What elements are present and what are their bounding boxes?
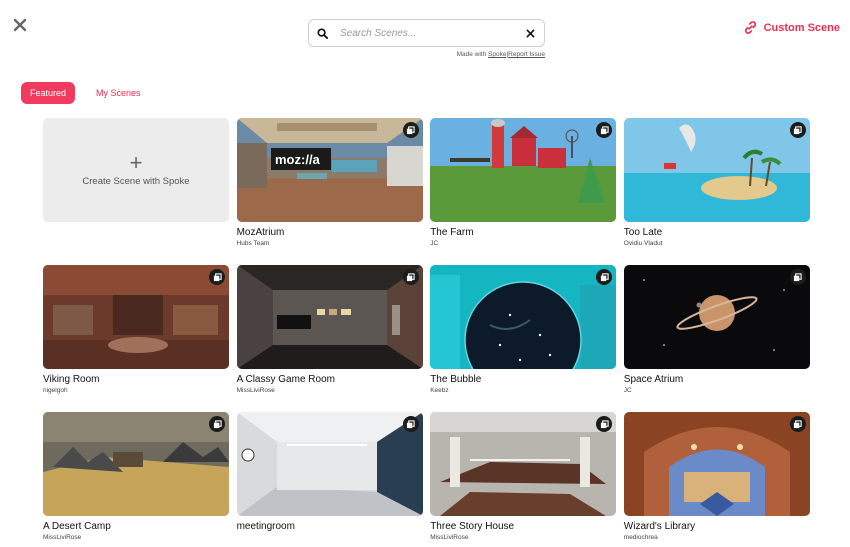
scene-image: [43, 412, 229, 516]
scene-title[interactable]: A Classy Game Room: [237, 374, 423, 385]
scene-image: [430, 265, 617, 369]
scene-author: nigelgoh: [43, 387, 68, 394]
scene-author: MissLiviRose: [430, 534, 469, 541]
scene-card[interactable]: A Classy Game Room MissLiviRose: [236, 265, 423, 412]
scene-thumbnail[interactable]: moz://a: [236, 118, 423, 222]
scene-card[interactable]: The Farm JC: [430, 118, 617, 265]
made-with-text: Made with: [456, 51, 488, 58]
scene-author: Ovidiu Vladut: [623, 240, 663, 247]
duplicate-icon: [789, 269, 806, 285]
scene-title[interactable]: Space Atrium: [624, 374, 810, 385]
scene-author: JC: [623, 387, 632, 394]
clear-search-button[interactable]: [524, 27, 536, 39]
scene-thumbnail[interactable]: [430, 412, 617, 516]
plus-icon: +: [129, 149, 143, 175]
scene-title[interactable]: Too Late: [624, 227, 810, 238]
scene-image: [430, 118, 617, 222]
duplicate-icon: [402, 122, 419, 138]
search-area: Made with Spoke|Report Issue: [308, 19, 545, 58]
scene-image: moz://a: [236, 118, 423, 222]
scene-card[interactable]: The Bubble Keebz: [430, 265, 617, 412]
scene-card[interactable]: meetingroom: [236, 412, 423, 547]
scene-card[interactable]: A Desert Camp MissLiviRose: [43, 412, 229, 547]
scene-image: [430, 412, 617, 516]
close-icon: [526, 29, 534, 37]
scene-author: JC: [430, 240, 439, 247]
scene-title[interactable]: A Desert Camp: [43, 521, 229, 532]
scene-tabs: Featured My Scenes: [21, 82, 141, 104]
scene-thumbnail[interactable]: [430, 118, 617, 222]
scene-title[interactable]: MozAtrium: [237, 227, 423, 238]
scene-title[interactable]: Wizard's Library: [624, 521, 810, 532]
tab-featured[interactable]: Featured: [21, 82, 76, 104]
scene-title[interactable]: meetingroom: [237, 521, 423, 532]
scene-image: [236, 265, 423, 369]
scene-thumbnail[interactable]: [236, 412, 423, 516]
scene-card[interactable]: moz://a MozAtrium Hubs Team: [236, 118, 423, 265]
moz-sign-text: moz://a: [275, 152, 321, 167]
scene-author: Keebz: [430, 387, 449, 394]
link-icon: [744, 21, 756, 34]
duplicate-icon: [209, 416, 225, 432]
scene-image: [623, 265, 810, 369]
custom-scene-button[interactable]: Custom Scene: [743, 20, 840, 35]
create-scene-label: Create Scene with Spoke: [82, 175, 190, 187]
tab-my-scenes[interactable]: My Scenes: [96, 88, 141, 98]
duplicate-icon: [789, 122, 806, 138]
duplicate-icon: [209, 269, 225, 285]
scene-thumbnail[interactable]: [236, 265, 423, 369]
scene-author: Hubs Team: [236, 240, 270, 247]
scene-title[interactable]: The Bubble: [430, 374, 616, 385]
custom-scene-label: Custom Scene: [763, 21, 840, 34]
create-scene-tile[interactable]: + Create Scene with Spoke: [43, 118, 229, 222]
scene-title[interactable]: Viking Room: [43, 374, 229, 385]
made-with-note: Made with Spoke|Report Issue: [308, 51, 545, 58]
scene-author: MissLiviRose: [43, 534, 82, 541]
scene-grid: + Create Scene with Spoke moz://a MozAtr…: [43, 118, 810, 547]
duplicate-icon: [402, 416, 419, 432]
duplicate-icon: [789, 416, 806, 432]
scene-card[interactable]: Viking Room nigelgoh: [43, 265, 229, 412]
scene-title[interactable]: Three Story House: [430, 521, 616, 532]
scene-title[interactable]: The Farm: [430, 227, 616, 238]
scene-author: MissLiviRose: [236, 387, 275, 394]
create-scene-card[interactable]: + Create Scene with Spoke: [43, 118, 229, 265]
search-box: [308, 19, 545, 47]
scene-card[interactable]: Wizard's Library mediochrea: [623, 412, 810, 547]
scene-thumbnail[interactable]: [623, 412, 810, 516]
scene-thumbnail[interactable]: [623, 265, 810, 369]
scene-card[interactable]: Space Atrium JC: [623, 265, 810, 412]
scene-image: [236, 412, 423, 516]
spoke-link[interactable]: Spoke: [488, 51, 506, 58]
scene-author: mediochrea: [623, 534, 658, 541]
search-icon: [317, 27, 328, 39]
scene-thumbnail[interactable]: [623, 118, 810, 222]
scene-thumbnail[interactable]: [430, 265, 617, 369]
scene-thumbnail[interactable]: [43, 265, 229, 369]
scene-image: [43, 265, 229, 369]
scene-card[interactable]: Too Late Ovidiu Vladut: [623, 118, 810, 265]
scene-thumbnail[interactable]: [43, 412, 229, 516]
scene-image: [623, 412, 810, 516]
close-button[interactable]: [13, 18, 29, 34]
scene-image: [623, 118, 810, 222]
scene-card[interactable]: Three Story House MissLiviRose: [430, 412, 617, 547]
close-icon: [13, 18, 27, 32]
report-issue-link[interactable]: Report Issue: [508, 51, 545, 58]
duplicate-icon: [402, 269, 419, 285]
search-input[interactable]: [340, 23, 524, 43]
